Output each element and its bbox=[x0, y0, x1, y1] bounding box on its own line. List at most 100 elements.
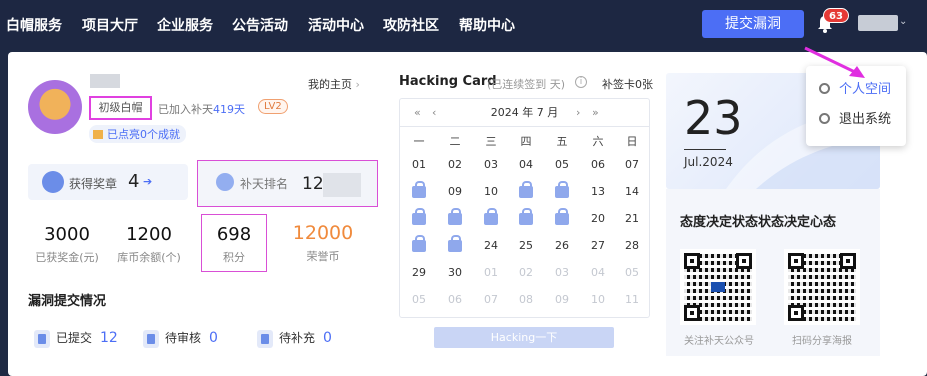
date-day: 23 bbox=[684, 91, 743, 145]
nav-item-activity-center[interactable]: 活动中心 bbox=[308, 15, 364, 35]
stat-coin-balance: 1200 库币余额(个) bbox=[117, 224, 181, 264]
arrow-right-icon: ➔ bbox=[143, 175, 153, 188]
unlock-icon bbox=[440, 235, 470, 257]
joined-info: 已加入补天419天 bbox=[158, 103, 245, 116]
unlock-icon bbox=[404, 208, 434, 230]
next-year-button[interactable]: » bbox=[592, 99, 599, 127]
calendar-day-other-month: 06 bbox=[448, 293, 462, 306]
calendar-day[interactable]: 29 bbox=[404, 262, 434, 284]
calendar-day[interactable]: 07 bbox=[617, 154, 647, 176]
calendar-day-other-month: 04 bbox=[591, 266, 605, 279]
vuln-to-supplement[interactable]: 待补充 0 bbox=[257, 329, 332, 348]
calendar-day[interactable]: 13 bbox=[583, 181, 613, 203]
unlock-icon bbox=[404, 235, 434, 257]
medal-value: 4 bbox=[128, 171, 140, 192]
rank-card: 补天排名 12 bbox=[197, 160, 378, 207]
top-nav: 白帽服务 项目大厅 企业服务 公告活动 活动中心 攻防社区 帮助中心 提交漏洞 … bbox=[0, 0, 927, 50]
menu-item-logout[interactable]: 退出系统 bbox=[819, 108, 891, 127]
calendar-day[interactable]: 05 bbox=[547, 154, 577, 176]
shield-icon bbox=[216, 173, 234, 191]
nav-item-enterprise-service[interactable]: 企业服务 bbox=[157, 15, 213, 35]
nav-item-community[interactable]: 攻防社区 bbox=[383, 15, 439, 35]
dropdown-caret bbox=[887, 58, 901, 66]
nav-item-project-hall[interactable]: 项目大厅 bbox=[82, 15, 138, 35]
calendar-day-other-month: 05 bbox=[412, 293, 426, 306]
unlock-icon bbox=[547, 181, 577, 203]
nav-item-announcements[interactable]: 公告活动 bbox=[232, 15, 288, 35]
calendar-day[interactable]: 30 bbox=[440, 262, 470, 284]
stat-points: 698 积分 bbox=[216, 224, 252, 264]
qr-caption-wechat: 关注补天公众号 bbox=[684, 336, 754, 347]
qr-caption-share: 扫码分享海报 bbox=[792, 336, 852, 347]
calendar-day-other-month: 09 bbox=[555, 293, 569, 306]
profile-name-redacted bbox=[90, 74, 120, 88]
achievements-badge[interactable]: 已点亮0个成就 bbox=[89, 125, 186, 143]
my-home-link[interactable]: 我的主页 › bbox=[308, 76, 360, 92]
document-icon bbox=[34, 329, 50, 348]
user-avatar[interactable] bbox=[858, 15, 898, 31]
stat-bounty: 3000 已获奖金(元) bbox=[35, 224, 99, 264]
calendar-day[interactable]: 20 bbox=[583, 208, 613, 230]
hacking-card-title: Hacking Card bbox=[399, 74, 497, 89]
vuln-submitted[interactable]: 已提交 12 bbox=[34, 329, 118, 348]
calendar-day[interactable]: 14 bbox=[617, 181, 647, 203]
chevron-down-icon[interactable]: ⌄ bbox=[899, 16, 907, 27]
makeup-card-count: 补签卡0张 bbox=[602, 78, 653, 91]
vuln-pending-review[interactable]: 待审核 0 bbox=[143, 329, 218, 348]
chevron-right-icon: › bbox=[355, 78, 360, 91]
unlock-icon bbox=[511, 208, 541, 230]
gear-icon bbox=[819, 83, 830, 94]
info-icon[interactable]: i bbox=[575, 76, 587, 88]
calendar-day[interactable]: 26 bbox=[547, 235, 577, 257]
calendar-day-other-month: 08 bbox=[519, 293, 533, 306]
brand-logo-icon bbox=[711, 282, 725, 292]
rank-tag: 初级白帽 bbox=[89, 96, 152, 120]
calendar-day[interactable]: 27 bbox=[583, 235, 613, 257]
document-icon bbox=[143, 329, 159, 348]
next-month-button[interactable]: › bbox=[576, 99, 580, 127]
calendar-day-other-month: 02 bbox=[519, 266, 533, 279]
prev-month-button[interactable]: ‹ bbox=[432, 99, 436, 127]
medal-card[interactable]: 获得奖章 4 ➔ bbox=[28, 164, 188, 200]
medal-label: 获得奖章 bbox=[69, 177, 118, 191]
motto-text: 态度决定状态状态决定心态 bbox=[680, 215, 837, 230]
calendar-day[interactable]: 09 bbox=[440, 181, 470, 203]
profile-avatar[interactable] bbox=[28, 80, 82, 134]
hacking-checkin-button[interactable]: Hacking一下 bbox=[434, 327, 614, 348]
calendar-day[interactable]: 02 bbox=[440, 154, 470, 176]
calendar-day-other-month: 05 bbox=[625, 266, 639, 279]
medal-icon bbox=[42, 171, 64, 193]
calendar-day-other-month: 11 bbox=[625, 293, 639, 306]
unlock-icon bbox=[440, 208, 470, 230]
hacking-card-subtitle: (已连续签到 天) bbox=[487, 78, 566, 91]
annotation-arrow bbox=[804, 46, 865, 78]
calendar-day[interactable]: 10 bbox=[476, 181, 506, 203]
qr-code-wechat bbox=[680, 249, 756, 325]
checkin-calendar: 2024 年 7 月 « ‹ › » 一二三四五六日 01 02 03 04 05 06 07… bbox=[399, 98, 650, 318]
calendar-day[interactable]: 04 bbox=[511, 154, 541, 176]
unlock-icon bbox=[511, 181, 541, 203]
calendar-day[interactable]: 24 bbox=[476, 235, 506, 257]
weekday-header: 六 bbox=[592, 135, 604, 148]
qr-code-share bbox=[784, 249, 860, 325]
calendar-day[interactable]: 21 bbox=[617, 208, 647, 230]
calendar-month: 2024 年 7 月 bbox=[400, 99, 649, 127]
prev-year-button[interactable]: « bbox=[414, 99, 421, 127]
calendar-day[interactable]: 25 bbox=[511, 235, 541, 257]
rank-value-redacted bbox=[323, 173, 361, 197]
stat-honor-coin: 12000 荣誉币 bbox=[292, 222, 354, 263]
calendar-day-other-month: 03 bbox=[555, 266, 569, 279]
calendar-day[interactable]: 03 bbox=[476, 154, 506, 176]
calendar-day-other-month: 01 bbox=[484, 266, 498, 279]
rank-value: 12 bbox=[302, 174, 324, 194]
unlock-icon bbox=[476, 208, 506, 230]
nav-item-whitehat-service[interactable]: 白帽服务 bbox=[6, 15, 62, 35]
nav-item-help-center[interactable]: 帮助中心 bbox=[459, 15, 515, 35]
weekday-header: 一 bbox=[413, 135, 425, 148]
date-month: Jul.2024 bbox=[684, 155, 733, 169]
submit-vuln-button[interactable]: 提交漏洞 bbox=[702, 10, 804, 38]
calendar-day[interactable]: 28 bbox=[617, 235, 647, 257]
calendar-day[interactable]: 06 bbox=[583, 154, 613, 176]
calendar-day[interactable]: 01 bbox=[404, 154, 434, 176]
calendar-day-other-month: 10 bbox=[591, 293, 605, 306]
